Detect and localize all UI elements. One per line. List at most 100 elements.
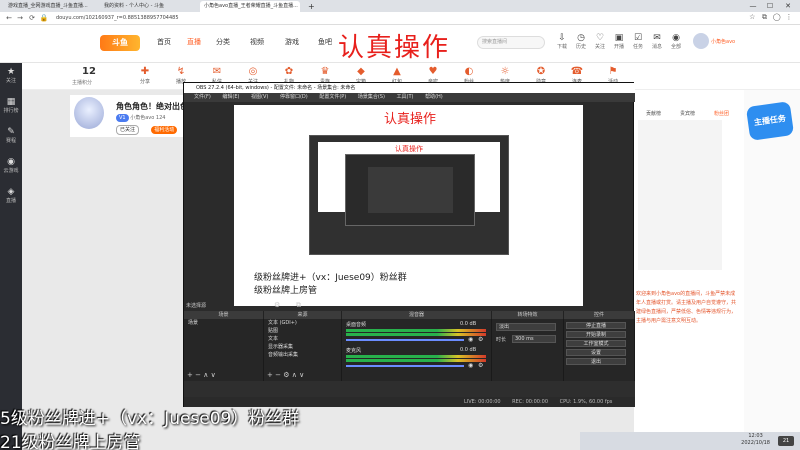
down-icon[interactable]: ∨ <box>211 371 216 379</box>
source-item[interactable]: 音频输出采集 <box>264 351 341 359</box>
screen: 游戏直播_全网游戏直播_斗鱼直播... 我的资料 - 个人中心 - 斗鱼 小角色… <box>0 0 800 450</box>
nav-category[interactable]: 分类 <box>216 37 230 47</box>
back-icon[interactable]: ← <box>4 12 14 25</box>
follow-icon[interactable]: ♡ 关注 <box>591 33 609 50</box>
browser-tab[interactable]: 我的资料 - 个人中心 - 斗鱼 <box>100 1 190 12</box>
duration-label: 时长 <box>496 337 507 343</box>
add-icon[interactable]: + <box>187 371 193 379</box>
forward-icon[interactable]: → <box>15 12 25 25</box>
obs-titlebar: OBS 27.2.4 (64-bit, windows) - 配置文件: 未命名… <box>184 83 635 93</box>
stream-overlay-line1: 5级粉丝牌进+（vx：Juese09）粉丝群 <box>0 409 300 429</box>
avatar[interactable] <box>693 33 709 49</box>
source-item[interactable]: 文本 (GDI+) <box>264 319 341 327</box>
obs-preview[interactable]: 认真操作 认真操作 级粉丝牌进+（vx：Juese09）粉丝群 级粉丝牌上房管 <box>234 105 583 306</box>
menu-file[interactable]: 文件(F) <box>194 94 211 100</box>
remove-icon[interactable]: − <box>195 371 201 379</box>
browser-tabbar: 游戏直播_全网游戏直播_斗鱼直播... 我的资料 - 个人中心 - 斗鱼 小角色… <box>0 0 800 12</box>
filters-icon[interactable]: ⧉ <box>296 301 301 310</box>
taskbar: 12:03 2022/10/18 21 <box>580 432 800 450</box>
source-item[interactable]: 贴图 <box>264 327 341 335</box>
nav-live[interactable]: 直播 <box>187 37 201 47</box>
nested-preview-3 <box>368 167 453 213</box>
tab-vip[interactable]: 贵宾榜 <box>680 110 695 117</box>
close-icon[interactable]: ✕ <box>780 0 796 12</box>
up-icon[interactable]: ∧ <box>203 371 208 379</box>
transition-select[interactable]: 淡出 <box>496 323 556 331</box>
sidebar-item-rank[interactable]: ▦ 排行榜 <box>0 97 22 114</box>
audio-meter <box>346 355 486 358</box>
down-icon[interactable]: ∨ <box>299 371 304 379</box>
history-icon[interactable]: ◷ 历史 <box>572 33 590 50</box>
left-sidebar: ★ 关注 ▦ 排行榜 ✎ 赛程 ◉ 云游戏 ◈ 直播 <box>0 63 22 450</box>
speaker-icon[interactable]: ◉ <box>468 336 473 343</box>
search-input[interactable]: 搜索直播间 <box>477 36 545 49</box>
tab-contribution[interactable]: 贡献榜 <box>646 110 661 117</box>
maximize-icon[interactable]: ☐ <box>762 0 778 12</box>
duration-input[interactable]: 300 ms <box>512 335 556 343</box>
menu-tools[interactable]: 工具(T) <box>397 94 414 100</box>
volume-slider[interactable] <box>346 339 464 341</box>
studio-mode-button[interactable]: 工作室模式 <box>566 340 626 347</box>
menu-scene-collection[interactable]: 场景集合(S) <box>358 94 385 100</box>
username[interactable]: 小角色avo <box>711 38 735 45</box>
extension-icon[interactable]: ⧉ <box>760 13 770 22</box>
score-count: 12 <box>82 66 96 77</box>
menu-docks[interactable]: 停靠窗口(D) <box>280 94 308 100</box>
menu-view[interactable]: 视图(V) <box>251 94 268 100</box>
speaker-icon[interactable]: ◉ <box>468 362 473 369</box>
reload-icon[interactable]: ⟳ <box>27 12 37 25</box>
streamer-avatar[interactable] <box>74 97 104 129</box>
profile-icon[interactable]: ◯ <box>772 13 782 21</box>
minimize-icon[interactable]: — <box>745 0 761 12</box>
menu-profile[interactable]: 配置文件(P) <box>319 94 346 100</box>
message-icon[interactable]: ✉ 消息 <box>648 33 666 50</box>
properties-icon[interactable]: ⚙ <box>274 301 280 309</box>
new-tab-icon[interactable]: + <box>304 1 314 12</box>
menu-help[interactable]: 帮助(H) <box>425 94 443 100</box>
browser-tab[interactable]: 游戏直播_全网游戏直播_斗鱼直播... <box>4 1 94 12</box>
category-item[interactable]: ✚ 分享 <box>132 66 158 85</box>
up-icon[interactable]: ∧ <box>292 371 297 379</box>
nav-fishbar[interactable]: 鱼吧 <box>318 37 332 47</box>
url-field[interactable]: douyu.com/102160937_r=0.8851388957704485 <box>52 14 612 23</box>
mixer-header: 混音器 <box>342 311 492 319</box>
nav-video[interactable]: 视频 <box>250 37 264 47</box>
volume-slider[interactable] <box>346 365 464 367</box>
star-icon[interactable]: ☆ <box>747 13 757 21</box>
menu-edit[interactable]: 编辑(E) <box>222 94 239 100</box>
sidebar-item-live[interactable]: ◈ 直播 <box>0 187 22 204</box>
douyu-logo[interactable]: 斗鱼 <box>100 35 140 51</box>
start-stream-icon[interactable]: ▣ 开播 <box>610 33 628 50</box>
exit-button[interactable]: 退出 <box>566 358 626 365</box>
gear-icon[interactable]: ⚙ <box>478 336 483 343</box>
sidebar-item-follow[interactable]: ★ 关注 <box>0 67 22 84</box>
remove-icon[interactable]: − <box>275 371 281 379</box>
welfare-button[interactable]: 福利活动 <box>151 126 178 134</box>
sources-panel: 文本 (GDI+) 贴图 文本 显示器采集 音频输出采集 + − ⚙ ∧ ∨ <box>264 319 342 381</box>
start-record-button[interactable]: 开始录制 <box>566 331 626 338</box>
sidebar-item-schedule[interactable]: ✎ 赛程 <box>0 127 22 144</box>
source-item[interactable]: 文本 <box>264 335 341 343</box>
streamer-name[interactable]: 小角色avo <box>130 115 154 121</box>
clock[interactable]: 12:03 2022/10/18 <box>741 433 770 447</box>
settings-button[interactable]: 设置 <box>566 349 626 356</box>
stop-stream-button[interactable]: 停止直播 <box>566 322 626 329</box>
source-toolbar: + − ⚙ ∧ ∨ <box>267 371 304 379</box>
gear-icon[interactable]: ⚙ <box>478 362 483 369</box>
sidebar-item-cloud[interactable]: ◉ 云游戏 <box>0 157 22 174</box>
download-icon[interactable]: ⇩ 下载 <box>553 33 571 50</box>
followed-button[interactable]: 已关注 <box>116 125 140 135</box>
gear-icon[interactable]: ⚙ <box>283 371 289 379</box>
nav-home[interactable]: 首页 <box>157 37 171 47</box>
task-badge[interactable]: 主播任务 <box>745 101 795 141</box>
source-item[interactable]: 显示器采集 <box>264 343 341 351</box>
all-icon[interactable]: ◉ 全部 <box>667 33 685 50</box>
nav-game[interactable]: 游戏 <box>285 37 299 47</box>
scene-item[interactable]: 场景 <box>184 319 263 327</box>
task-icon[interactable]: ☑ 任务 <box>629 33 647 50</box>
tab-fans[interactable]: 粉丝团 <box>714 110 729 117</box>
notification-badge[interactable]: 21 <box>778 436 794 446</box>
browser-tab-active[interactable]: 小角色avo直播_王者荣耀直播_斗鱼直播... <box>200 1 300 12</box>
menu-icon[interactable]: ⋮ <box>784 13 794 21</box>
add-icon[interactable]: + <box>267 371 273 379</box>
